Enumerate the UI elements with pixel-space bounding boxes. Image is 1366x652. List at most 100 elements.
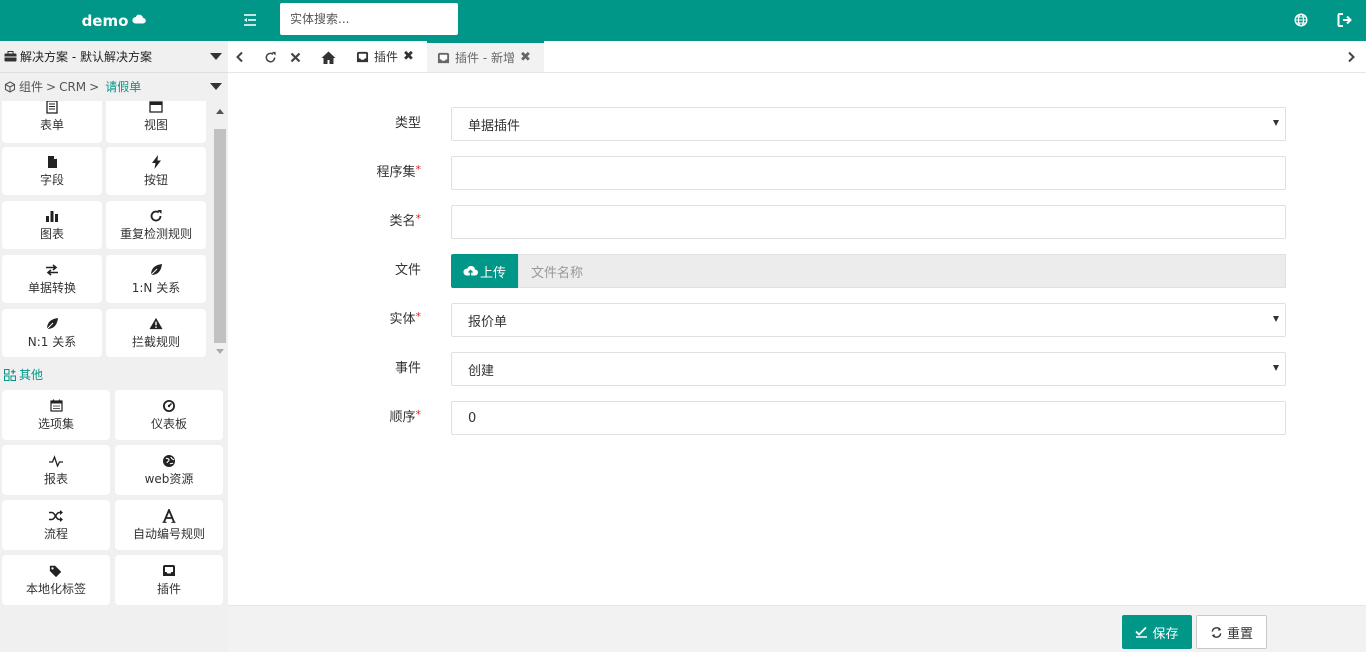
type-value: 单据插件 — [468, 118, 521, 134]
breadcrumb-current-entity[interactable]: 请假单 — [105, 78, 141, 95]
shuffle-icon — [49, 509, 63, 523]
plugin-form: 类型 单据插件 程序集* 类名* 文件 上传 文件名称 实体* 报价单 事件 创… — [228, 73, 1366, 605]
cube-icon — [4, 80, 16, 93]
tab-label: 插件 — [374, 50, 399, 64]
upload-label: 上传 — [479, 265, 506, 281]
other-tile-localization[interactable]: 本地化标签 — [2, 555, 110, 605]
tile-label: 插件 — [156, 581, 181, 596]
form-icon — [45, 101, 59, 114]
others-title-label: 其他 — [19, 368, 44, 382]
other-tile-report[interactable]: 报表 — [2, 445, 110, 495]
component-tile-form[interactable]: 表单 — [2, 101, 102, 143]
bar-chart-icon — [45, 209, 59, 223]
tags-icon — [49, 564, 63, 578]
reset-button[interactable]: 重置 — [1196, 615, 1267, 649]
close-tab-icon[interactable]: ✖ — [520, 50, 531, 65]
tab-label: 插件 - 新增 — [455, 51, 515, 65]
form-row-event: 事件 创建 — [228, 352, 1366, 386]
file-icon — [45, 155, 59, 169]
component-tile-view[interactable]: 视图 — [106, 101, 206, 143]
component-tile-doc-convert[interactable]: 单据转换 — [2, 255, 102, 303]
tile-label: 本地化标签 — [25, 581, 86, 596]
font-icon — [162, 508, 176, 523]
assembly-label: 程序集* — [376, 163, 422, 180]
top-bar: demo — [0, 0, 1366, 41]
tile-label: 重复检测规则 — [119, 226, 192, 241]
other-tile-auto-number[interactable]: 自动编号规则 — [115, 500, 223, 550]
breadcrumb-crm[interactable]: CRM — [59, 80, 86, 94]
menu-toggle-icon[interactable] — [240, 10, 260, 30]
form-row-classname: 类名* — [228, 205, 1366, 239]
caret-down-icon[interactable] — [210, 83, 222, 90]
tile-label: N:1 关系 — [27, 334, 77, 349]
chevron-right-icon[interactable] — [1343, 49, 1359, 65]
chevron-left-icon[interactable] — [232, 49, 248, 65]
inbox-icon — [356, 51, 369, 63]
sidebar-scrollbar[interactable] — [212, 101, 228, 359]
scroll-up-arrow-icon[interactable] — [216, 109, 224, 114]
classname-input[interactable] — [451, 205, 1286, 239]
component-tile-one-to-many[interactable]: 1:N 关系 — [106, 255, 206, 303]
entity-select[interactable]: 报价单 — [451, 303, 1286, 337]
save-button[interactable]: 保存 — [1122, 615, 1192, 649]
briefcase-icon — [4, 51, 17, 62]
other-tile-process[interactable]: 流程 — [2, 500, 110, 550]
close-tab-icon[interactable]: ✖ — [403, 49, 414, 64]
entity-label: 实体* — [389, 310, 421, 327]
file-name-field: 文件名称 — [518, 254, 1286, 288]
others-section-title: 其他 — [4, 366, 43, 383]
required-marker: * — [415, 163, 422, 176]
tab-plugin-new[interactable]: 插件 - 新增 ✖ — [427, 41, 544, 72]
order-input[interactable]: 0 — [451, 401, 1286, 435]
component-tile-field[interactable]: 字段 — [2, 147, 102, 195]
tile-label: 报表 — [43, 471, 68, 486]
check-edit-icon — [1135, 626, 1148, 638]
form-row-entity: 实体* 报价单 — [228, 303, 1366, 337]
tile-label: 流程 — [43, 526, 68, 541]
caret-down-icon[interactable] — [210, 53, 222, 60]
tile-label: 拦截规则 — [131, 334, 180, 349]
tab-plugin[interactable]: 插件 ✖ — [346, 41, 424, 72]
close-all-icon[interactable] — [287, 49, 303, 65]
entity-search-input[interactable] — [280, 3, 458, 35]
upload-button[interactable]: 上传 — [451, 254, 518, 288]
reset-label: 重置 — [1226, 626, 1253, 642]
scroll-down-arrow-icon[interactable] — [216, 349, 224, 354]
tile-label: 仪表板 — [150, 416, 187, 431]
other-tile-option-set[interactable]: 选项集 — [2, 390, 110, 440]
select-arrow-icon — [1273, 120, 1279, 126]
entity-value: 报价单 — [468, 314, 508, 330]
file-name-placeholder: 文件名称 — [531, 265, 584, 281]
grid-plus-icon — [4, 368, 16, 381]
event-label: 事件 — [394, 361, 421, 376]
component-tile-button[interactable]: 按钮 — [106, 147, 206, 195]
tile-label: 按钮 — [143, 172, 168, 187]
tile-label: 选项集 — [37, 416, 74, 431]
tile-label: 视图 — [143, 117, 168, 132]
solution-label: 解决方案 - 默认解决方案 — [20, 50, 152, 64]
order-label: 顺序* — [389, 408, 422, 425]
refresh-icon[interactable] — [262, 49, 278, 65]
required-marker: * — [415, 408, 422, 421]
component-tile-intercept-rule[interactable]: 拦截规则 — [106, 309, 206, 357]
component-tile-chart[interactable]: 图表 — [2, 201, 102, 249]
logout-icon[interactable] — [1335, 10, 1355, 30]
breadcrumb-components[interactable]: 组件 — [19, 78, 43, 95]
tile-label: 自动编号规则 — [132, 526, 205, 541]
brand-logo[interactable]: demo — [0, 0, 228, 41]
other-tile-plugin[interactable]: 插件 — [115, 555, 223, 605]
inbox-icon — [437, 52, 450, 64]
solution-selector[interactable]: 解决方案 - 默认解决方案 — [0, 41, 228, 73]
other-tile-web-resource[interactable]: web资源 — [115, 445, 223, 495]
home-icon[interactable] — [320, 49, 336, 65]
type-select[interactable]: 单据插件 — [451, 107, 1286, 141]
tab-bar: 插件 ✖ 插件 - 新增 ✖ — [228, 41, 1366, 73]
component-tile-many-to-one[interactable]: N:1 关系 — [2, 309, 102, 357]
assembly-input[interactable] — [451, 156, 1286, 190]
component-tile-duplicate-rule[interactable]: 重复检测规则 — [106, 201, 206, 249]
scrollbar-thumb[interactable] — [214, 129, 226, 343]
event-select[interactable]: 创建 — [451, 352, 1286, 386]
other-tile-dashboard[interactable]: 仪表板 — [115, 390, 223, 440]
save-label: 保存 — [1152, 626, 1179, 642]
globe-icon[interactable] — [1291, 10, 1311, 30]
